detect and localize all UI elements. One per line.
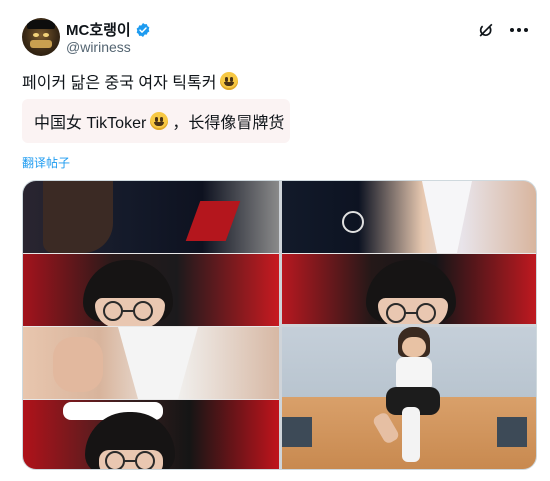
- avatar-hat: [27, 20, 55, 29]
- avatar-stripe: [30, 40, 52, 48]
- media-image-2[interactable]: [282, 181, 536, 324]
- image-strip: [23, 181, 279, 255]
- media-image-1[interactable]: [23, 181, 279, 469]
- avatar[interactable]: [22, 18, 60, 56]
- grok-icon[interactable]: [476, 21, 496, 41]
- image-strip: [23, 327, 279, 401]
- more-dot: [517, 28, 521, 32]
- translated-text-before: 中国女 TikToker: [34, 115, 147, 132]
- author-name-row[interactable]: MC호랭이: [66, 19, 151, 40]
- avatar-eye: [43, 33, 49, 37]
- more-dot: [524, 28, 528, 32]
- translate-post-link[interactable]: 翻译帖子: [22, 154, 70, 171]
- grinning-face-emoji-icon: [220, 72, 239, 90]
- image-strip: [282, 181, 536, 255]
- more-icon[interactable]: [510, 28, 530, 34]
- image-strip: [282, 254, 536, 324]
- more-dot: [510, 28, 514, 32]
- media-image-3[interactable]: [282, 327, 536, 469]
- post-text: 페이커 닮은 중국 여자 틱톡커: [22, 69, 239, 93]
- grinning-face-emoji-icon: [150, 112, 169, 130]
- image-strip: [23, 254, 279, 328]
- post-text-content: 페이커 닮은 중국 여자 틱톡커: [22, 75, 217, 92]
- translated-text-box: 中国女 TikToker ，长得像冒牌货: [22, 99, 290, 143]
- image-strip: [23, 400, 279, 469]
- media-grid: [22, 180, 537, 470]
- display-name[interactable]: MC호랭이: [66, 19, 131, 40]
- verified-badge-icon: [136, 22, 150, 37]
- translated-text-after: ，长得像冒牌货: [172, 115, 285, 132]
- image-person: [371, 327, 448, 469]
- author-handle[interactable]: @wiriness: [66, 39, 131, 55]
- avatar-eye: [33, 33, 39, 37]
- post-header: MC호랭이 @wiriness: [22, 17, 530, 61]
